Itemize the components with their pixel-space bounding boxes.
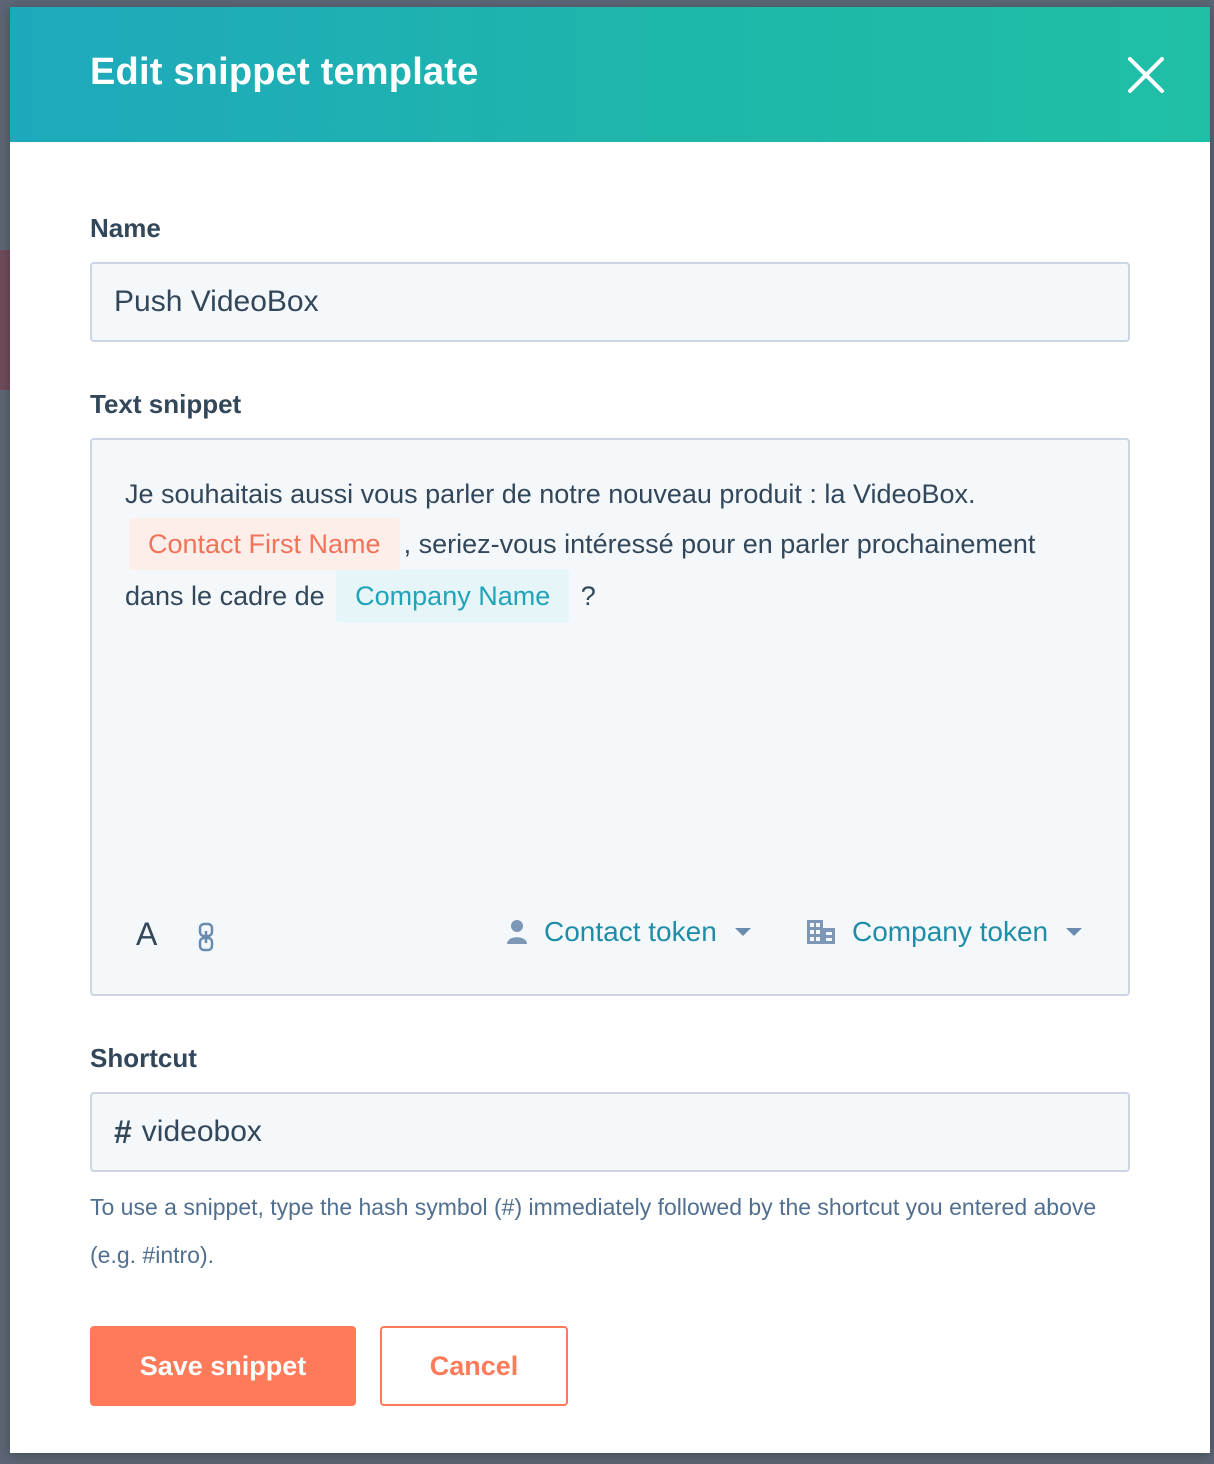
contact-token-dropdown[interactable]: Contact token — [506, 916, 751, 948]
snippet-text-part3: ? — [580, 581, 596, 611]
person-icon — [506, 919, 528, 945]
company-name-token[interactable]: Company Name — [336, 570, 570, 622]
chevron-down-icon — [1066, 927, 1083, 937]
editor-toolbar: A Contact token Company token — [92, 910, 1132, 960]
insert-link-button[interactable] — [196, 922, 216, 952]
name-label: Name — [90, 213, 161, 243]
text-snippet-label: Text snippet — [90, 389, 242, 419]
name-input[interactable]: Push VideoBox — [90, 262, 1130, 342]
company-token-label: Company token — [852, 916, 1049, 947]
cancel-button[interactable]: Cancel — [380, 1326, 568, 1406]
shortcut-input-value: videobox — [141, 1115, 262, 1148]
modal-title: Edit snippet template — [90, 51, 479, 93]
shortcut-input[interactable]: # videobox — [90, 1092, 1130, 1172]
chevron-down-icon — [734, 927, 751, 937]
shortcut-help-text: To use a snippet, type the hash symbol (… — [90, 1194, 1097, 1268]
save-snippet-button[interactable]: Save snippet — [90, 1326, 356, 1406]
close-button[interactable] — [1124, 53, 1168, 97]
font-style-button[interactable]: A — [136, 916, 157, 953]
contact-first-name-token[interactable]: Contact First Name — [129, 518, 400, 570]
company-token-dropdown[interactable]: Company token — [806, 916, 1083, 948]
snippet-body[interactable]: Je souhaitais aussi vous parler de notre… — [125, 470, 1085, 622]
building-icon — [806, 919, 836, 945]
shortcut-label: Shortcut — [90, 1043, 197, 1073]
link-icon — [198, 922, 214, 952]
snippet-text-part1: Je souhaitais aussi vous parler de notre… — [125, 479, 976, 509]
contact-token-label: Contact token — [544, 916, 717, 947]
edit-snippet-modal: Edit snippet template Name Push VideoBox… — [10, 7, 1210, 1453]
modal-header: Edit snippet template — [10, 7, 1210, 142]
name-input-value: Push VideoBox — [114, 285, 319, 318]
close-icon — [1128, 57, 1164, 93]
hash-symbol: # — [114, 1113, 132, 1150]
text-snippet-editor[interactable]: Je souhaitais aussi vous parler de notre… — [90, 438, 1130, 996]
